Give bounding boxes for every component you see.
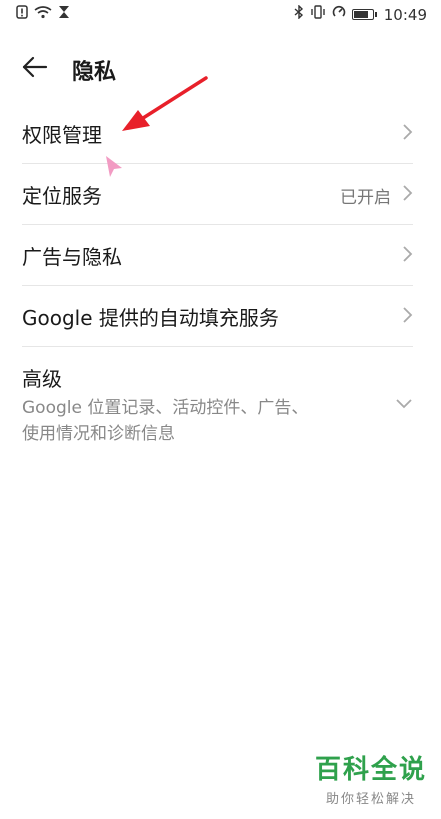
chevron-right-icon — [403, 307, 413, 323]
status-bar: 10:49 — [0, 0, 441, 28]
back-arrow-icon[interactable] — [20, 52, 50, 82]
bluetooth-icon — [294, 4, 304, 24]
vibrate-icon — [310, 5, 326, 24]
watermark-title: 百科全说 — [314, 755, 427, 785]
watermark: 百科全说 助你轻松解决 — [315, 749, 427, 807]
list-item-label: 广告与隐私 — [22, 245, 122, 269]
list-item-value: 已开启 — [340, 188, 391, 208]
page-header: 隐私 — [0, 44, 441, 94]
list-item-label: 权限管理 — [22, 123, 102, 147]
chevron-right-icon — [403, 185, 413, 201]
advanced-label: 高级 — [22, 367, 62, 391]
chevron-right-icon — [403, 246, 413, 262]
list-item-ads-privacy[interactable]: 广告与隐私 — [22, 225, 413, 286]
list-item-label: 定位服务 — [22, 184, 102, 208]
list-item-autofill[interactable]: Google 提供的自动填充服务 — [22, 286, 413, 347]
list-item-label: Google 提供的自动填充服务 — [22, 306, 279, 330]
cursor-pointer-icon — [106, 156, 122, 177]
list-item-advanced[interactable]: 高级 Google 位置记录、活动控件、广告、使用情况和诊断信息 — [22, 347, 413, 457]
status-left — [16, 5, 70, 24]
data-saver-icon — [332, 5, 346, 24]
battery-icon — [351, 9, 377, 20]
settings-list: 权限管理 定位服务 已开启 广告与隐私 Google 提供的自动填充服务 高级 … — [0, 103, 441, 457]
status-time: 10:49 — [383, 5, 427, 24]
annotation-arrow-icon — [122, 76, 208, 131]
list-item-location[interactable]: 定位服务 已开启 — [22, 164, 413, 225]
wifi-icon — [34, 5, 52, 24]
alert-icon — [16, 5, 28, 24]
status-right: 10:49 — [294, 4, 427, 24]
chevron-right-icon — [403, 124, 413, 140]
hourglass-icon — [58, 5, 70, 24]
watermark-subtitle: 助你轻松解决 — [325, 792, 416, 807]
advanced-description: Google 位置记录、活动控件、广告、使用情况和诊断信息 — [22, 398, 309, 444]
chevron-down-icon — [396, 399, 412, 409]
